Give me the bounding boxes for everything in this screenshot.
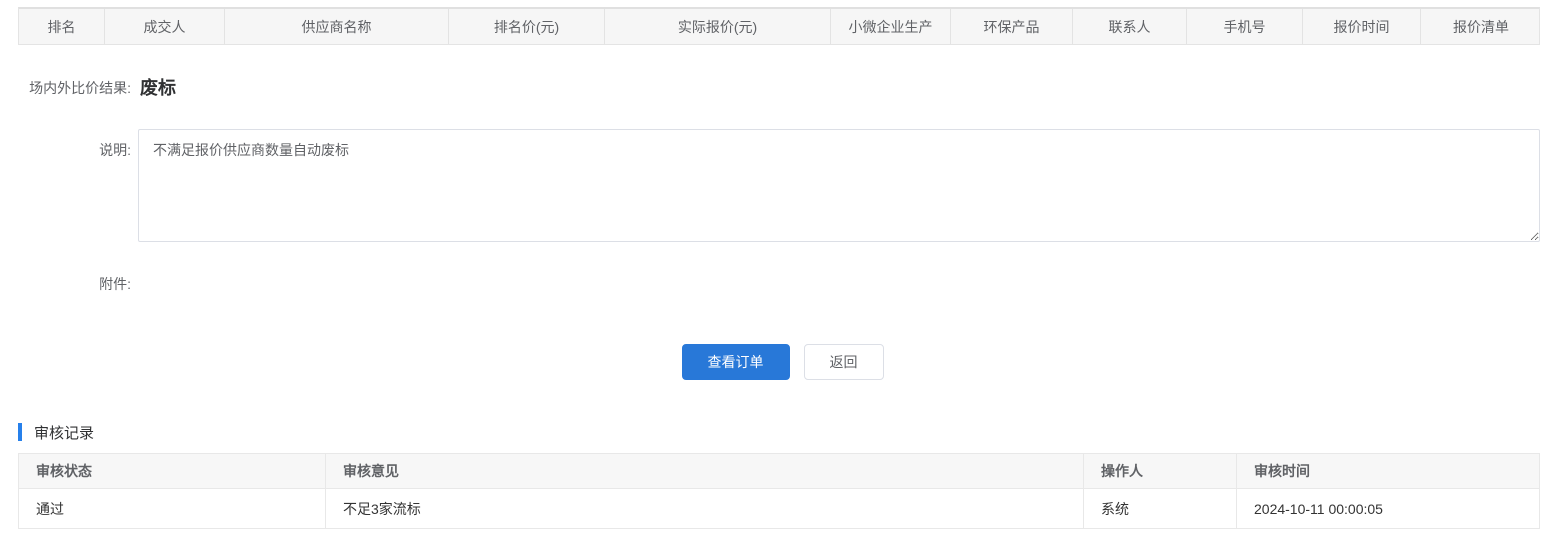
- audit-col-operator: 操作人: [1084, 454, 1237, 489]
- audit-cell-status: 通过: [19, 489, 326, 529]
- quote-col-rank-price: 排名价(元): [449, 9, 605, 44]
- quote-table-header: 排名 成交人 供应商名称 排名价(元) 实际报价(元) 小微企业生产 环保产品 …: [18, 7, 1540, 45]
- audit-table: 审核状态 审核意见 操作人 审核时间 通过 不足3家流标 系统 2024-10-…: [18, 453, 1540, 529]
- view-order-button[interactable]: 查看订单: [682, 344, 790, 380]
- quote-col-phone: 手机号: [1187, 9, 1303, 44]
- back-button[interactable]: 返回: [804, 344, 884, 380]
- result-row: 场内外比价结果: 废标: [0, 78, 1565, 98]
- quote-col-contact: 联系人: [1073, 9, 1187, 44]
- quote-col-quote-list: 报价清单: [1421, 9, 1541, 44]
- result-label: 场内外比价结果:: [0, 78, 131, 98]
- quote-col-quote-time: 报价时间: [1303, 9, 1421, 44]
- quote-col-eco-product: 环保产品: [951, 9, 1073, 44]
- audit-col-status: 审核状态: [19, 454, 326, 489]
- quote-col-actual-quote: 实际报价(元): [605, 9, 831, 44]
- attachment-row: 附件:: [0, 274, 1565, 294]
- audit-cell-time: 2024-10-11 00:00:05: [1237, 489, 1539, 529]
- attachment-label: 附件:: [0, 274, 131, 294]
- audit-section-title: 审核记录: [34, 422, 94, 443]
- note-label: 说明:: [0, 129, 131, 242]
- audit-section-header: 审核记录: [18, 423, 1565, 441]
- table-row: 通过 不足3家流标 系统 2024-10-11 00:00:05: [19, 489, 1539, 529]
- audit-table-header: 审核状态 审核意见 操作人 审核时间: [19, 454, 1539, 489]
- quote-col-winner: 成交人: [105, 9, 225, 44]
- note-row: 说明: 不满足报价供应商数量自动废标: [0, 129, 1565, 242]
- button-bar: 查看订单 返回: [0, 344, 1565, 380]
- note-textarea[interactable]: 不满足报价供应商数量自动废标: [138, 129, 1540, 242]
- audit-col-opinion: 审核意见: [326, 454, 1084, 489]
- quote-col-small-business: 小微企业生产: [831, 9, 951, 44]
- quote-col-supplier-name: 供应商名称: [225, 9, 449, 44]
- audit-cell-operator: 系统: [1084, 489, 1237, 529]
- audit-cell-opinion: 不足3家流标: [326, 489, 1084, 529]
- quote-col-rank: 排名: [19, 9, 105, 44]
- audit-col-time: 审核时间: [1237, 454, 1539, 489]
- section-accent-bar: [18, 423, 22, 441]
- result-value: 废标: [140, 79, 176, 97]
